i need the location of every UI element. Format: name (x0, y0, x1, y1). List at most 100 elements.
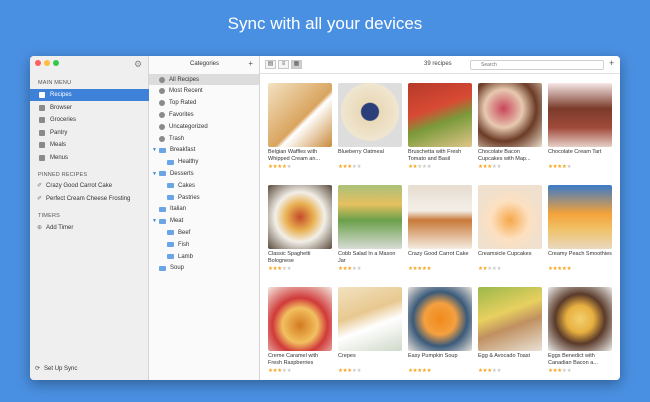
browser-icon (39, 104, 45, 111)
rating-stars: ★★★★★ (338, 266, 402, 272)
app-window: ⚙ MAIN MENU Recipes Browser Groceries Pantr… (30, 56, 620, 380)
minimize-window-button[interactable] (44, 60, 50, 66)
pinned-heading: PINNED RECIPES (38, 172, 88, 178)
recipe-card[interactable]: Easy Pumpkin Soup ★★★★★ (408, 287, 472, 374)
star-icon: ★ (286, 266, 292, 272)
disclosure-triangle-icon[interactable]: ▼ (152, 218, 157, 224)
recipe-photo (268, 185, 332, 249)
recipe-photo (478, 83, 542, 147)
recipe-card[interactable]: Creamy Peach Smoothies ★★★★★ (548, 185, 612, 272)
pinned-recipe-cream-cheese-frosting[interactable]: ✐ Perfect Cream Cheese Frosting (37, 195, 130, 202)
star-icon: ★ (426, 164, 432, 170)
recipe-title: Egg & Avocado Toast (478, 353, 531, 359)
recipe-card[interactable]: Classic Spaghetti Bolognese ★★★★★ (268, 185, 332, 272)
category-label: Desserts (169, 170, 194, 177)
category-label: Most Recent (169, 88, 203, 95)
category-all-recipes[interactable]: All Recipes (149, 74, 259, 85)
favorites-icon (159, 111, 165, 118)
sidebar-item-browser[interactable]: Browser (30, 102, 149, 114)
disclosure-triangle-icon[interactable]: ▼ (152, 171, 157, 177)
category-desserts[interactable]: ▼ Desserts (149, 168, 194, 179)
menus-icon (39, 154, 45, 161)
recipe-card[interactable]: Chocolate Bacon Cupcakes with Map... ★★★★… (478, 83, 542, 170)
pinned-recipe-carrot-cake[interactable]: ✐ Crazy Good Carrot Cake (37, 182, 112, 189)
category-lamb[interactable]: Lamb (149, 251, 193, 262)
category-breakfast[interactable]: ▼ Breakfast (149, 145, 195, 156)
recipe-title: Belgian Waffles with Whipped Cream an... (268, 149, 320, 162)
folder-icon (158, 171, 166, 177)
grid-view-button[interactable]: ▦ (291, 60, 302, 69)
category-favorites[interactable]: Favorites (149, 109, 194, 120)
pin-icon: ✐ (37, 196, 43, 202)
category-soup[interactable]: Soup (149, 263, 184, 274)
set-up-sync-button[interactable]: ⟳ Set Up Sync (35, 365, 77, 372)
sidebar-item-pantry[interactable]: Pantry (30, 127, 149, 139)
category-label: Top Rated (169, 100, 197, 107)
recipe-card[interactable]: Bruschetta with Fresh Tomato and Basil ★★… (408, 83, 472, 170)
category-label: All Recipes (169, 76, 200, 83)
category-italian[interactable]: Italian (149, 204, 186, 215)
recipe-photo (478, 287, 542, 351)
category-cakes[interactable]: Cakes (149, 180, 195, 191)
detail-view-button[interactable]: ≡ (278, 60, 289, 69)
main-menu-heading: MAIN MENU (38, 80, 72, 86)
add-recipe-button[interactable]: + (609, 58, 614, 68)
headline: Sync with all your devices (227, 14, 423, 33)
category-trash[interactable]: Trash (149, 133, 184, 144)
folder-icon (167, 242, 174, 248)
sidebar-item-menus[interactable]: Menus (30, 152, 149, 164)
gear-icon[interactable]: ⚙ (134, 59, 142, 70)
list-view-button[interactable]: ▤ (265, 60, 276, 69)
recipe-card[interactable]: Creamsicle Cupcakes ★★★★★ (478, 185, 542, 272)
pantry-icon (39, 129, 45, 136)
category-fish[interactable]: Fish (149, 239, 189, 250)
recipe-photo (338, 83, 402, 147)
star-icon: ★ (496, 164, 502, 170)
category-most-recent[interactable]: Most Recent (149, 86, 203, 97)
close-window-button[interactable] (35, 60, 41, 66)
category-label: Trash (169, 135, 185, 142)
add-timer-button[interactable]: ⊕ Add Timer (37, 224, 73, 231)
category-pastries[interactable]: Pastries (149, 192, 200, 203)
recipe-photo (548, 83, 612, 147)
recipe-card[interactable]: Eggs Benedict with Canadian Bacon a... ★★… (548, 287, 612, 374)
sidebar-item-label: Recipes (50, 92, 72, 98)
sidebar-item-groceries[interactable]: Groceries (30, 114, 149, 126)
category-beef[interactable]: Beef (149, 227, 190, 238)
disclosure-triangle-icon[interactable]: ▼ (152, 147, 157, 153)
folder-icon (158, 218, 166, 224)
recipe-card[interactable]: Chocolate Cream Tart ★★★★★ (548, 83, 612, 170)
search-input[interactable] (470, 60, 604, 70)
recipe-title: Creamsicle Cupcakes (478, 251, 532, 257)
recipe-card[interactable]: Belgian Waffles with Whipped Cream an...… (268, 83, 332, 170)
recipe-card[interactable]: Cobb Salad In a Mason Jar ★★★★★ (338, 185, 402, 272)
recipe-card[interactable]: Blueberry Oatmeal ★★★★★ (338, 83, 402, 170)
add-category-button[interactable]: + (248, 59, 253, 68)
sidebar-item-recipes[interactable]: Recipes (30, 89, 149, 101)
category-meat[interactable]: ▼ Meat (149, 216, 183, 227)
category-healthy[interactable]: Healthy (149, 157, 198, 168)
recipe-card[interactable]: Egg & Avocado Toast ★★★★★ (478, 287, 542, 374)
star-icon: ★ (286, 164, 292, 170)
recipe-card[interactable]: Creme Caramel with Fresh Raspberries ★★★★… (268, 287, 332, 374)
rating-stars: ★★★★★ (338, 164, 402, 170)
folder-icon (159, 206, 166, 212)
pin-icon: ✐ (37, 183, 43, 189)
recipe-title: Crepes (338, 353, 356, 359)
plus-circle-icon: ⊕ (37, 225, 43, 231)
sidebar-item-meals[interactable]: Meals (30, 139, 149, 151)
category-uncategorized[interactable]: Uncategorized (149, 121, 208, 132)
category-label: Pastries (178, 194, 200, 201)
recipe-card[interactable]: Crepes ★★★★★ (338, 287, 402, 374)
category-top-rated[interactable]: Top Rated (149, 98, 196, 109)
sync-icon: ⟳ (35, 366, 41, 372)
sidebar: ⚙ MAIN MENU Recipes Browser Groceries Pantr… (30, 56, 149, 380)
zoom-window-button[interactable] (53, 60, 59, 66)
uncategorized-icon (159, 123, 165, 130)
recipe-title: Creamy Peach Smoothies (548, 251, 612, 257)
rating-stars: ★★★★★ (478, 266, 542, 272)
rating-stars: ★★★★★ (478, 368, 542, 374)
most-recent-icon (159, 88, 165, 95)
recipe-card[interactable]: Crazy Good Carrot Cake ★★★★★ (408, 185, 472, 272)
rating-stars: ★★★★★ (478, 164, 542, 170)
